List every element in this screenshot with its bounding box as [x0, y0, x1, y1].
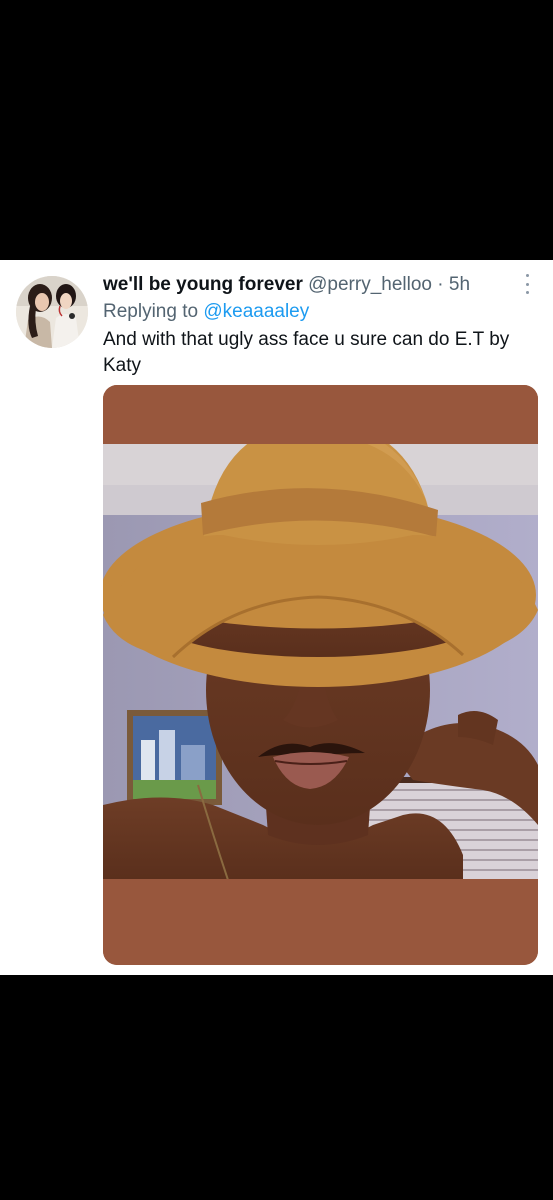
tweet-text: And with that ugly ass face u sure can d…: [103, 329, 510, 376]
avatar[interactable]: [16, 276, 88, 348]
display-name[interactable]: we'll be young forever: [103, 274, 303, 295]
user-handle[interactable]: @perry_helloo: [308, 274, 432, 295]
more-vertical-icon[interactable]: [521, 274, 533, 294]
tweet-time[interactable]: 5h: [449, 274, 470, 295]
tweet-header: we'll be young forever @perry_helloo · 5…: [103, 273, 470, 297]
replying-to-prefix: Replying to: [103, 301, 199, 322]
tweet-media-image[interactable]: [103, 385, 538, 965]
replying-to-line: Replying to @keaaaaley: [103, 300, 309, 324]
replying-to-handle[interactable]: @keaaaaley: [203, 301, 309, 322]
phone-screen: we'll be young forever @perry_helloo · 5…: [0, 0, 553, 1200]
tweet-card[interactable]: we'll be young forever @perry_helloo · 5…: [0, 260, 553, 975]
separator-dot: ·: [437, 274, 444, 295]
